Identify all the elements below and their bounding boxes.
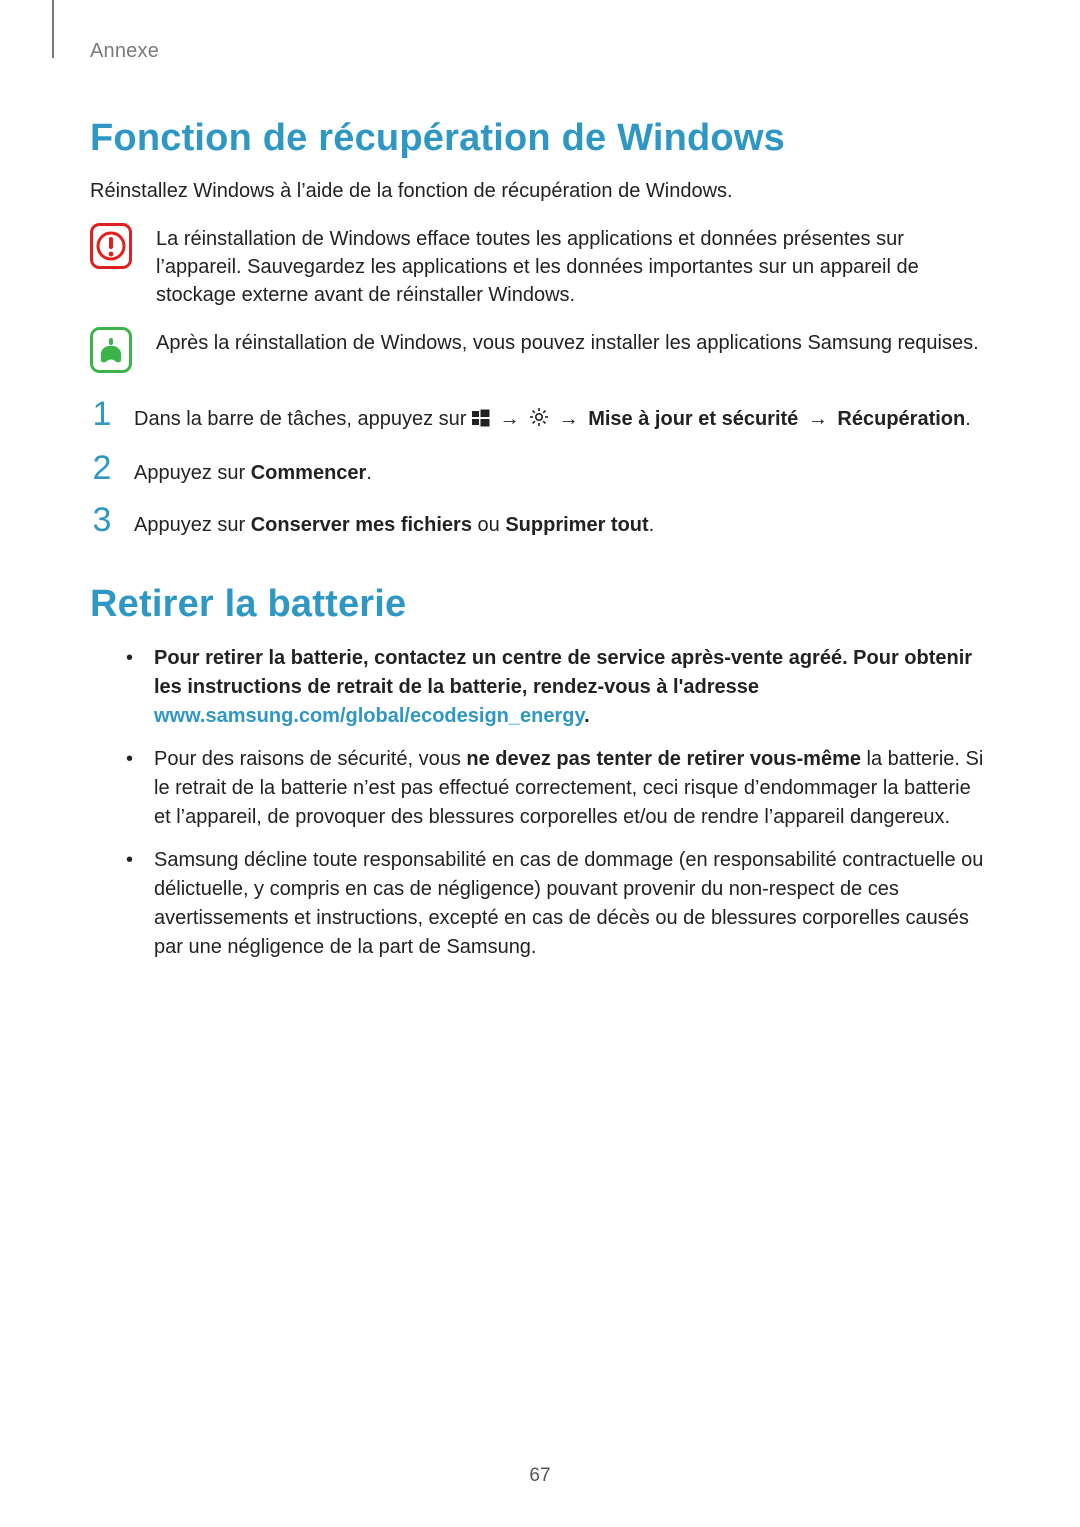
step-1-number: 1 [90,397,114,431]
step-1: 1 Dans la barre de tâches, appuyez sur → [90,397,990,435]
bullet-3: Samsung décline toute responsabilité en … [126,846,990,962]
side-rule [52,0,54,58]
breadcrumb: Annexe [90,40,990,63]
bullet-1: Pour retirer la batterie, contactez un c… [126,644,990,731]
section1-title: Fonction de récupération de Windows [90,117,990,160]
warning-callout: La réinstallation de Windows efface tout… [90,223,990,309]
bullet-2-bold: ne devez pas tenter de retirer vous-même [466,748,861,770]
windows-start-icon [472,407,490,435]
ecodesign-link[interactable]: www.samsung.com/global/ecodesign_energy [154,705,584,727]
warning-icon [90,223,132,269]
step-3-end: . [649,514,655,536]
bullet-1-bold: Pour retirer la batterie, contactez un c… [154,647,972,698]
bullet-2: Pour des raisons de sécurité, vous ne de… [126,745,990,832]
step-3-text-c: ou [472,514,505,536]
step-3: 3 Appuyez sur Conserver mes fichiers ou … [90,503,990,539]
bullet-1-end: . [584,705,590,727]
step-3-text-a: Appuyez sur [134,514,251,536]
step-2-number: 2 [90,451,114,485]
step-1-bold-2: Récupération [837,408,965,430]
step-3-body: Appuyez sur Conserver mes fichiers ou Su… [134,511,654,539]
step-2-text-a: Appuyez sur [134,462,251,484]
step-3-number: 3 [90,503,114,537]
bullet-2-a: Pour des raisons de sécurité, vous [154,748,466,770]
section1-lead: Réinstallez Windows à l’aide de la fonct… [90,178,990,205]
arrow-2: → [559,408,585,430]
info-icon [90,327,132,373]
info-callout: Après la réinstallation de Windows, vous… [90,327,990,373]
step-3-bold-1: Conserver mes fichiers [251,514,472,536]
step-2: 2 Appuyez sur Commencer. [90,451,990,487]
step-2-body: Appuyez sur Commencer. [134,459,372,487]
step-2-bold: Commencer [251,462,367,484]
battery-bullets: Pour retirer la batterie, contactez un c… [126,644,990,962]
step-2-end: . [366,462,372,484]
arrow-3: → [808,408,834,430]
step-1-bold-1: Mise à jour et sécurité [588,408,798,430]
arrow-1: → [500,408,526,430]
step-1-end: . [965,408,971,430]
section2-title: Retirer la batterie [90,583,990,626]
warning-text: La réinstallation de Windows efface tout… [156,223,990,309]
page-number: 67 [0,1465,1080,1487]
step-1-body: Dans la barre de tâches, appuyez sur → [134,405,971,435]
step-1-text-a: Dans la barre de tâches, appuyez sur [134,408,472,430]
steps-list: 1 Dans la barre de tâches, appuyez sur → [90,397,990,539]
info-text: Après la réinstallation de Windows, vous… [156,327,979,357]
settings-gear-icon [529,407,549,435]
step-3-bold-2: Supprimer tout [505,514,648,536]
